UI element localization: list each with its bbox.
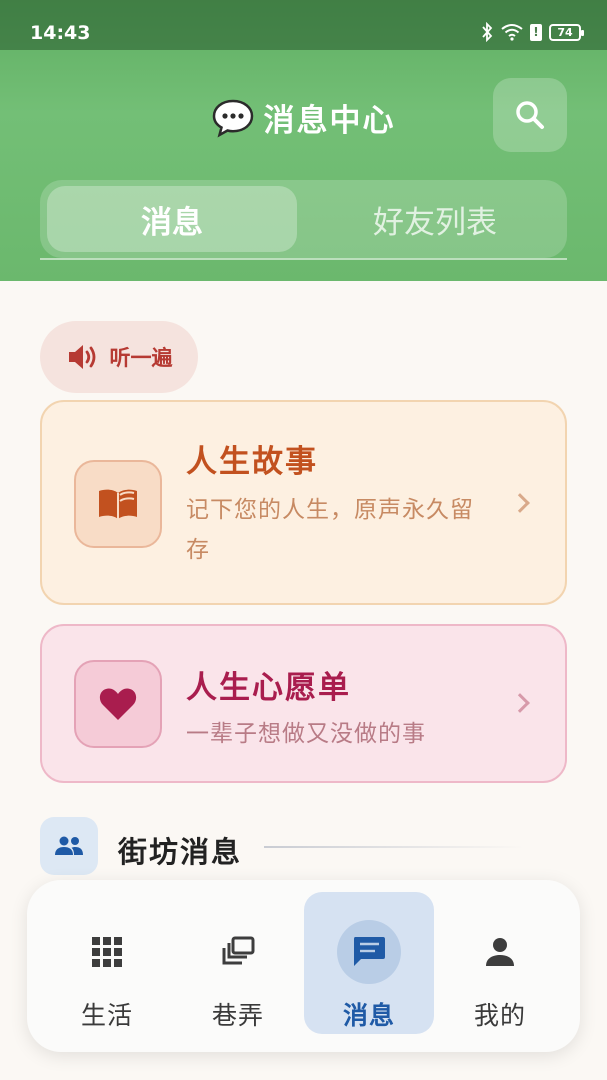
nav-label-alley: 巷弄	[211, 1001, 264, 1030]
book-icon-box	[74, 460, 162, 548]
page-title-text: 消息中心	[263, 103, 396, 139]
grid-icon	[92, 937, 122, 967]
wish-list-title: 人生心愿单	[186, 670, 351, 706]
nav-label-life: 生活	[80, 1001, 133, 1030]
nav-label-mine: 我的	[473, 1001, 526, 1030]
alert-icon: !	[530, 23, 542, 41]
layers-icon-box	[206, 920, 270, 984]
people-icon-box	[40, 817, 98, 875]
speaker-icon	[68, 345, 95, 369]
heart-icon-box	[74, 660, 162, 748]
person-icon	[486, 938, 514, 966]
battery-icon: 74	[549, 23, 584, 41]
people-icon	[55, 836, 83, 855]
life-story-description: 记下您的人生，原声永久留存	[186, 497, 474, 563]
search-button[interactable]	[493, 78, 567, 152]
wish-list-card[interactable]: 人生心愿单 一辈子想做又没做的事	[40, 624, 567, 783]
section-divider	[264, 846, 524, 848]
layers-icon	[222, 936, 255, 965]
chevron-right-icon	[510, 493, 530, 513]
nav-item-messages[interactable]: 消息	[304, 892, 434, 1034]
life-story-title: 人生故事	[186, 444, 318, 480]
speech-bubble-icon	[212, 99, 253, 138]
nav-label-messages: 消息	[342, 1001, 395, 1030]
life-story-card[interactable]: 人生故事 记下您的人生，原声永久留存	[40, 400, 567, 605]
tab-friends-list[interactable]: 好友列表	[310, 186, 560, 252]
neighborhood-section-header: 街坊消息	[40, 817, 567, 875]
tab-bar: 消息 好友列表	[40, 180, 567, 258]
status-bar: 14:43 ! 74	[0, 0, 607, 50]
book-icon	[99, 489, 137, 519]
chat-icon	[354, 937, 385, 966]
tab-divider	[40, 258, 567, 260]
status-time: 14:43	[30, 22, 91, 44]
chat-icon-box	[337, 920, 401, 984]
chevron-right-icon	[510, 693, 530, 713]
tab-messages[interactable]: 消息	[47, 186, 297, 252]
status-icons: ! 74	[480, 22, 584, 42]
heart-icon	[99, 688, 137, 720]
nav-item-alley[interactable]: 巷弄	[173, 892, 303, 1034]
neighborhood-section-title: 街坊消息	[118, 835, 243, 869]
listen-button[interactable]: 听一遍	[40, 321, 198, 393]
bluetooth-icon	[482, 22, 493, 42]
search-icon	[516, 101, 544, 129]
wish-list-description: 一辈子想做又没做的事	[186, 721, 426, 747]
nav-item-mine[interactable]: 我的	[435, 892, 565, 1034]
person-icon-box	[468, 920, 532, 984]
nav-item-life[interactable]: 生活	[42, 892, 172, 1034]
bottom-nav: 生活 巷弄 消息 我的	[27, 880, 580, 1052]
listen-button-label: 听一遍	[109, 346, 173, 370]
grid-icon-box	[75, 920, 139, 984]
wifi-icon	[501, 24, 523, 41]
